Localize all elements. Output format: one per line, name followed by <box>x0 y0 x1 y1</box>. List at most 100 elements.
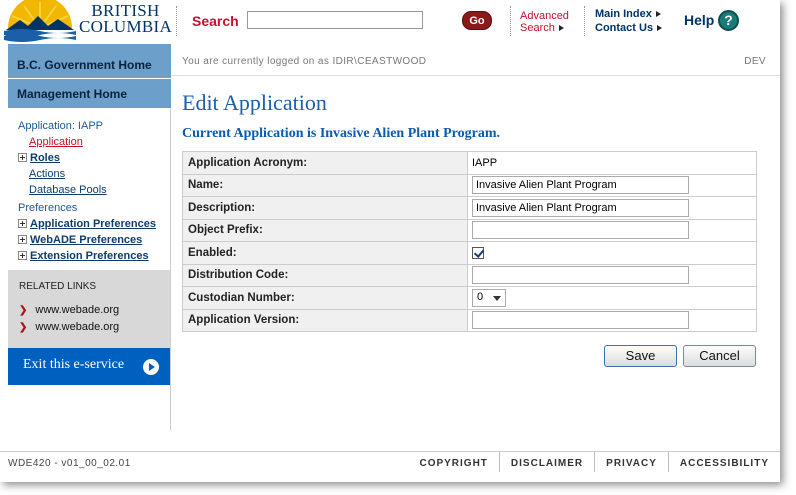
name-label: Name: <box>182 173 468 197</box>
header-divider <box>510 6 511 36</box>
arrow-right-icon <box>655 11 661 18</box>
distribution-code-cell <box>467 263 757 287</box>
nav-item-database-pools[interactable]: Database Pools <box>18 182 170 198</box>
related-link[interactable]: ❯ www.webade.org <box>19 319 170 336</box>
application-nav-menu: Application: IAPP Application Roles Acti… <box>8 109 170 270</box>
object-prefix-cell <box>467 218 757 242</box>
form-row: Application Acronym: IAPP <box>182 151 757 175</box>
expand-plus-icon[interactable] <box>18 251 27 260</box>
page-footer: WDE420 - v01_00_02.01 COPYRIGHT DISCLAIM… <box>0 451 780 475</box>
nav-item-actions[interactable]: Actions <box>18 166 170 182</box>
logged-in-user-text: You are currently logged on as IDIR\CEAS… <box>182 56 427 67</box>
site-header: BRITISH COLUMBIA Search Go Advanced Sear… <box>0 0 780 44</box>
application-version-label: Application Version: <box>182 308 468 332</box>
environment-label: DEV <box>744 56 766 67</box>
footer-links: COPYRIGHT DISCLAIMER PRIVACY ACCESSIBILI… <box>408 452 780 472</box>
nav-item-application[interactable]: Application <box>18 134 170 150</box>
logo-line-2: COLUMBIA <box>79 17 173 36</box>
expand-plus-icon[interactable] <box>18 235 27 244</box>
advanced-search-link[interactable]: Advanced Search <box>520 10 569 34</box>
nav-item-extension-preferences[interactable]: Extension Preferences <box>18 248 170 264</box>
cancel-button[interactable]: Cancel <box>683 345 756 367</box>
help-icon[interactable]: ? <box>718 10 739 31</box>
exit-eservice-button[interactable]: Exit this e-service <box>8 348 170 385</box>
acronym-label: Application Acronym: <box>182 151 468 175</box>
nav-item-label: Extension Preferences <box>30 250 149 262</box>
nav-item-label: Application Preferences <box>30 218 156 230</box>
left-navigation: B.C. Government Home Management Home App… <box>8 44 171 430</box>
form-row: Name: <box>182 173 757 197</box>
form-row: Distribution Code: <box>182 263 757 287</box>
current-application-subtitle: Current Application is Invasive Alien Pl… <box>182 126 500 141</box>
expand-plus-icon[interactable] <box>18 153 27 162</box>
related-links-panel: RELATED LINKS ❯ www.webade.org ❯ www.webad… <box>8 270 170 348</box>
object-prefix-label: Object Prefix: <box>182 218 468 242</box>
save-button[interactable]: Save <box>604 345 677 367</box>
go-button[interactable]: Go <box>462 11 492 30</box>
management-home-link[interactable]: Management Home <box>8 79 171 109</box>
bc-logo[interactable]: BRITISH COLUMBIA <box>4 0 172 42</box>
application-version-field[interactable] <box>472 311 689 330</box>
page-title: Edit Application <box>182 90 327 115</box>
disclaimer-link[interactable]: DISCLAIMER <box>498 452 594 472</box>
login-status-bar: You are currently logged on as IDIR\CEAS… <box>172 44 780 76</box>
form-row: Description: <box>182 196 757 220</box>
search-input[interactable] <box>247 11 423 29</box>
acronym-value: IAPP <box>467 151 757 175</box>
form-row: Application Version: <box>182 308 757 332</box>
main-index-link[interactable]: Main Index <box>595 7 662 21</box>
nav-item-application-preferences[interactable]: Application Preferences <box>18 216 170 232</box>
privacy-link[interactable]: PRIVACY <box>594 452 668 472</box>
description-field[interactable] <box>472 198 689 217</box>
name-cell <box>467 173 757 197</box>
advanced-search-label-2: Search <box>520 22 555 34</box>
chevron-right-icon: ❯ <box>19 322 28 333</box>
custodian-number-select[interactable]: 0 <box>472 288 506 307</box>
related-links-title: RELATED LINKS <box>19 281 97 292</box>
custodian-number-label: Custodian Number: <box>182 286 468 310</box>
chevron-down-icon <box>493 295 501 301</box>
contact-us-link[interactable]: Contact Us <box>595 21 663 35</box>
header-nav-links: Main Index Contact Us <box>595 7 663 35</box>
bc-logo-wordmark: BRITISH COLUMBIA <box>79 2 173 36</box>
related-link-label: www.webade.org <box>35 321 120 333</box>
search-label: Search <box>192 13 239 29</box>
copyright-link[interactable]: COPYRIGHT <box>408 452 498 472</box>
form-row: Enabled: <box>182 241 757 265</box>
nav-item-roles[interactable]: Roles <box>18 150 170 166</box>
main-index-label: Main Index <box>595 8 652 20</box>
play-circle-icon <box>143 359 159 375</box>
preferences-heading[interactable]: Preferences <box>18 200 170 216</box>
help-link[interactable]: Help <box>684 12 714 28</box>
browser-page: BRITISH COLUMBIA Search Go Advanced Sear… <box>0 0 780 482</box>
object-prefix-field[interactable] <box>472 221 689 240</box>
nav-item-roles-label: Roles <box>30 152 60 164</box>
form-row: Custodian Number: 0 <box>182 286 757 310</box>
distribution-code-field[interactable] <box>472 266 689 285</box>
enabled-checkbox[interactable] <box>472 246 484 259</box>
accessibility-link[interactable]: ACCESSIBILITY <box>667 452 780 472</box>
expand-plus-icon[interactable] <box>18 219 27 228</box>
arrow-right-icon <box>657 25 663 32</box>
nav-item-label: WebADE Preferences <box>30 234 143 246</box>
contact-us-label: Contact Us <box>595 22 654 34</box>
description-label: Description: <box>182 196 468 220</box>
name-field[interactable] <box>472 176 689 195</box>
custodian-number-cell: 0 <box>467 286 757 310</box>
enabled-cell <box>467 241 757 265</box>
application-heading[interactable]: Application: IAPP <box>18 118 170 134</box>
distribution-code-label: Distribution Code: <box>182 263 468 287</box>
advanced-search-label-1: Advanced <box>520 10 569 22</box>
bc-government-home-link[interactable]: B.C. Government Home <box>8 44 171 79</box>
description-cell <box>467 196 757 220</box>
application-version-cell <box>467 308 757 332</box>
related-link[interactable]: ❯ www.webade.org <box>19 302 170 319</box>
version-text: WDE420 - v01_00_02.01 <box>8 458 131 469</box>
nav-item-webade-preferences[interactable]: WebADE Preferences <box>18 232 170 248</box>
arrow-right-icon <box>558 25 564 32</box>
related-link-label: www.webade.org <box>35 304 120 316</box>
custodian-number-value: 0 <box>477 290 484 303</box>
chevron-right-icon: ❯ <box>19 305 28 316</box>
edit-application-form: Application Acronym: IAPP Name: Descript… <box>182 151 757 332</box>
header-divider <box>176 6 177 36</box>
